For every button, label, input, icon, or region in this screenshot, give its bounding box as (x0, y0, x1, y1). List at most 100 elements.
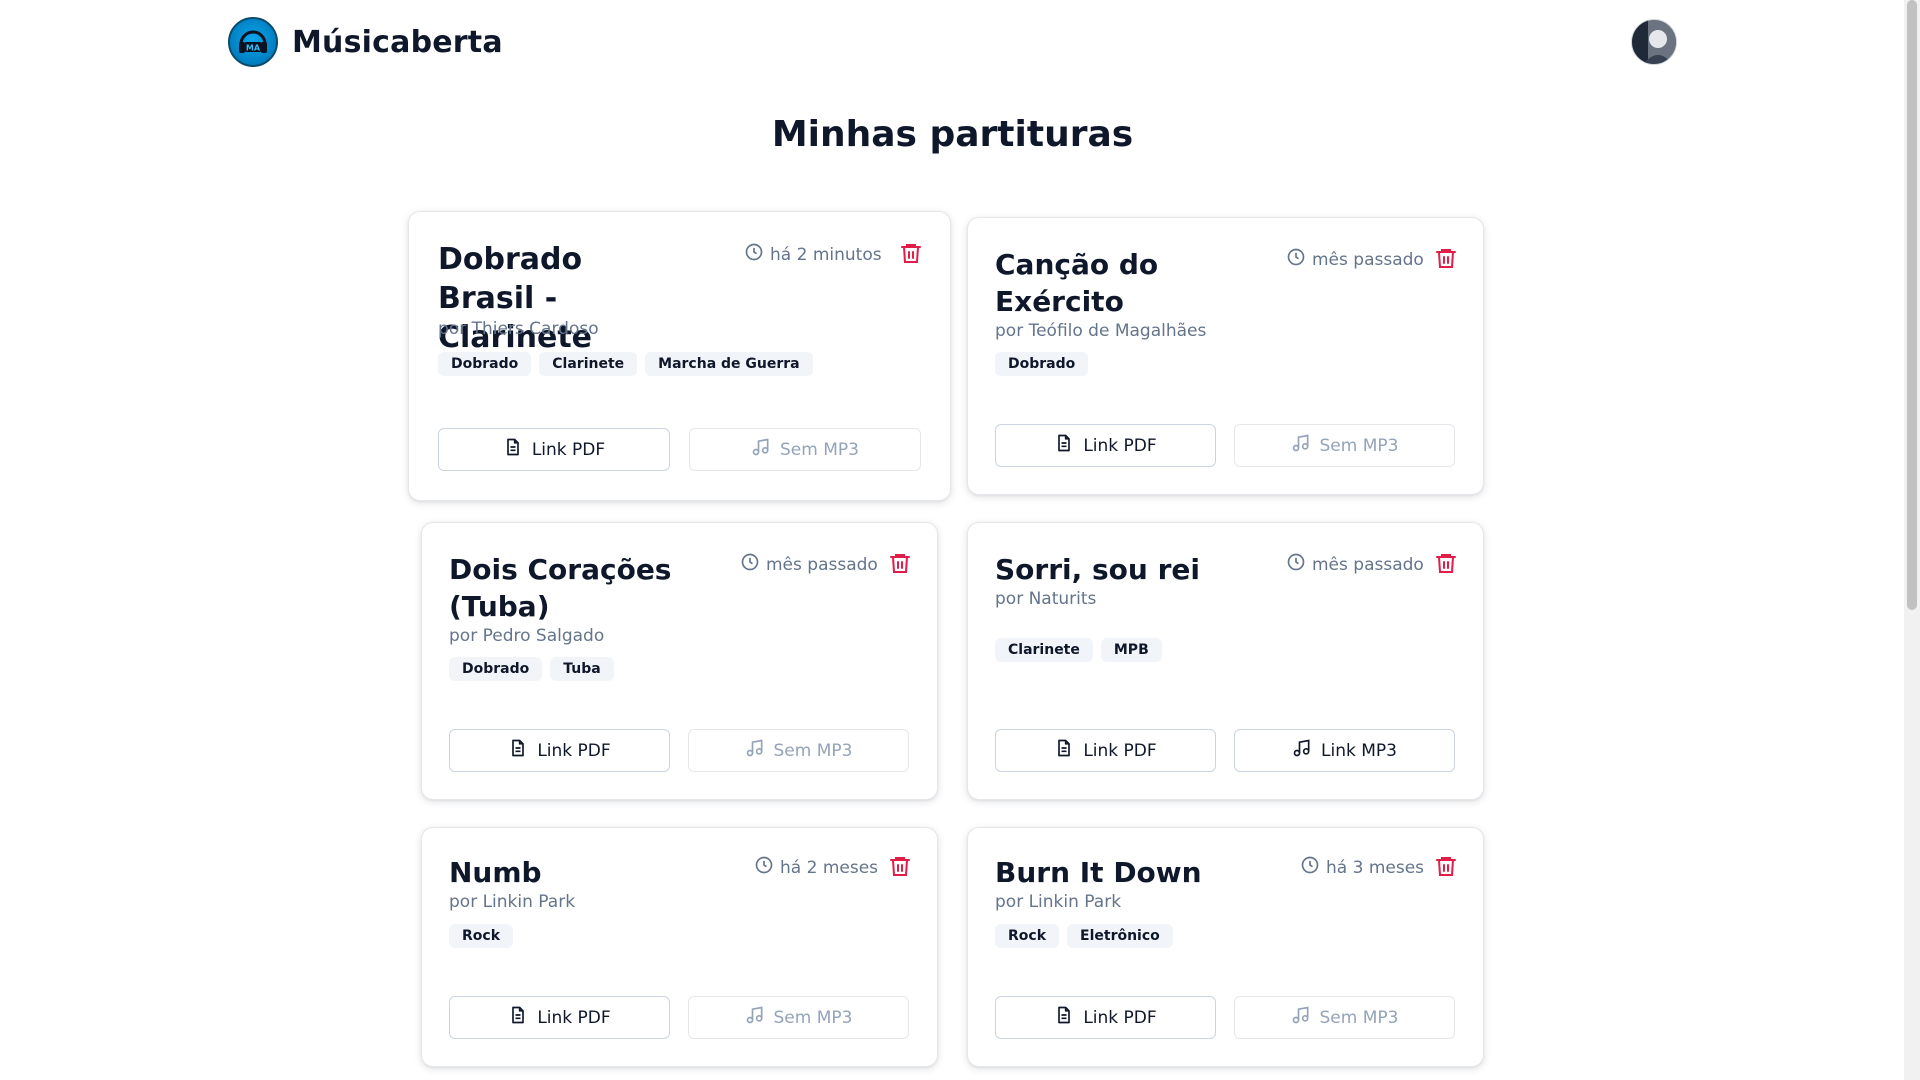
card-author: por Linkin Park (995, 892, 1122, 912)
tag[interactable]: MPB (1100, 638, 1162, 662)
music-note-icon (1291, 1005, 1311, 1030)
tag[interactable]: Clarinete (995, 638, 1093, 662)
tag[interactable]: Rock (449, 924, 514, 948)
delete-button[interactable] (887, 855, 913, 881)
tag[interactable]: Rock (995, 924, 1060, 948)
pdf-link-button[interactable]: Link PDF (449, 729, 670, 772)
tag[interactable]: Marcha de Guerra (645, 352, 813, 376)
delete-button[interactable] (898, 242, 924, 268)
card-time-label: há 2 meses (780, 857, 879, 878)
sheet-card: Dois Corações (Tuba) por Pedro Salgado m… (421, 522, 938, 800)
pdf-link-label: Link PDF (1083, 1007, 1157, 1028)
clock-icon (744, 242, 764, 267)
tag[interactable]: Eletrônico (1067, 924, 1173, 948)
card-tags: Dobrado (995, 352, 1089, 376)
top-header: MA Músicaberta (0, 0, 1920, 84)
trash-icon (1434, 551, 1458, 579)
mp3-label: Sem MP3 (1319, 435, 1399, 456)
mp3-button[interactable]: Sem MP3 (688, 729, 909, 772)
trash-icon (888, 854, 912, 882)
card-time: mês passado (740, 552, 878, 577)
sheet-card: Burn It Down por Linkin Park há 3 meses … (967, 827, 1484, 1067)
pdf-link-label: Link PDF (537, 740, 611, 761)
mp3-label: Sem MP3 (1319, 1007, 1399, 1028)
svg-text:MA: MA (246, 44, 261, 53)
card-author: por Thiers Cardoso (438, 319, 599, 339)
mp3-button[interactable]: Sem MP3 (1234, 424, 1455, 467)
card-time: há 2 meses (754, 855, 878, 880)
pdf-link-label: Link PDF (531, 439, 606, 460)
trash-icon (899, 241, 923, 269)
card-author: por Pedro Salgado (449, 626, 605, 646)
card-tags: Rock Eletrônico (995, 924, 1173, 948)
clock-icon (1300, 855, 1320, 880)
card-author: por Linkin Park (449, 892, 576, 912)
page-scrollbar[interactable] (1904, 0, 1920, 1080)
card-title: Numb (449, 856, 542, 889)
clock-icon (754, 855, 774, 880)
pdf-link-button[interactable]: Link PDF (449, 996, 670, 1039)
tag[interactable]: Dobrado (438, 352, 532, 376)
sheet-card: Numb por Linkin Park há 2 meses Rock Lin… (421, 827, 938, 1067)
page-title: Minhas partituras (771, 114, 1134, 155)
document-icon (1054, 738, 1074, 763)
card-tags: Dobrado Tuba (449, 657, 614, 681)
delete-button[interactable] (1433, 855, 1459, 881)
pdf-link-label: Link PDF (1083, 740, 1157, 761)
document-icon (503, 437, 523, 462)
brand[interactable]: MA Músicaberta (228, 17, 503, 67)
card-title: Burn It Down (995, 856, 1202, 889)
scrollbar-thumb[interactable] (1907, 0, 1917, 610)
pdf-link-button[interactable]: Link PDF (995, 729, 1216, 772)
music-note-icon (1291, 433, 1311, 458)
mp3-label: Sem MP3 (773, 740, 853, 761)
trash-icon (1434, 246, 1458, 274)
user-avatar-icon[interactable] (1631, 19, 1677, 65)
card-title: Dobrado Brasil - Clarinete (438, 242, 593, 355)
card-author: por Naturits (995, 589, 1097, 609)
tag[interactable]: Dobrado (449, 657, 543, 681)
mp3-label: Sem MP3 (773, 1007, 853, 1028)
trash-icon (1434, 854, 1458, 882)
sheet-card: Canção do Exército por Teófilo de Magalh… (967, 217, 1484, 495)
card-author: por Teófilo de Magalhães (995, 321, 1207, 341)
document-icon (1054, 1005, 1074, 1030)
delete-button[interactable] (1433, 552, 1459, 578)
pdf-link-label: Link PDF (537, 1007, 611, 1028)
document-icon (508, 1005, 528, 1030)
card-time-label: há 3 meses (1326, 857, 1425, 878)
headphones-logo-icon: MA (228, 17, 278, 67)
tag[interactable]: Clarinete (539, 352, 638, 376)
card-time-label: mês passado (1312, 249, 1424, 270)
pdf-link-button[interactable]: Link PDF (995, 424, 1216, 467)
card-tags: Clarinete MPB (995, 638, 1162, 662)
clock-icon (1286, 552, 1306, 577)
card-time-label: mês passado (766, 554, 878, 575)
card-time: há 3 meses (1300, 855, 1424, 880)
delete-button[interactable] (1433, 247, 1459, 273)
document-icon (1054, 433, 1074, 458)
card-tags: Dobrado Clarinete Marcha de Guerra (438, 352, 813, 376)
trash-icon (888, 551, 912, 579)
delete-button[interactable] (887, 552, 913, 578)
card-time: mês passado (1286, 552, 1424, 577)
tag[interactable]: Dobrado (995, 352, 1089, 376)
card-time-label: há 2 minutos (770, 244, 882, 265)
mp3-link-button[interactable]: Link MP3 (1234, 729, 1455, 772)
pdf-link-label: Link PDF (1083, 435, 1157, 456)
mp3-button[interactable]: Sem MP3 (689, 428, 921, 471)
card-time: mês passado (1286, 247, 1424, 272)
brand-name: Músicaberta (292, 24, 503, 60)
pdf-link-button[interactable]: Link PDF (995, 996, 1216, 1039)
mp3-button[interactable]: Sem MP3 (688, 996, 909, 1039)
music-note-icon (751, 437, 771, 462)
music-note-icon (745, 738, 765, 763)
card-title: Canção do Exército (995, 248, 1159, 318)
sheet-card: Dobrado Brasil - Clarinete por Thiers Ca… (408, 211, 951, 501)
tag[interactable]: Tuba (550, 657, 614, 681)
mp3-label: Link MP3 (1321, 740, 1397, 761)
mp3-button[interactable]: Sem MP3 (1234, 996, 1455, 1039)
card-title: Sorri, sou rei (995, 553, 1200, 586)
pdf-link-button[interactable]: Link PDF (438, 428, 670, 471)
card-tags: Rock (449, 924, 514, 948)
